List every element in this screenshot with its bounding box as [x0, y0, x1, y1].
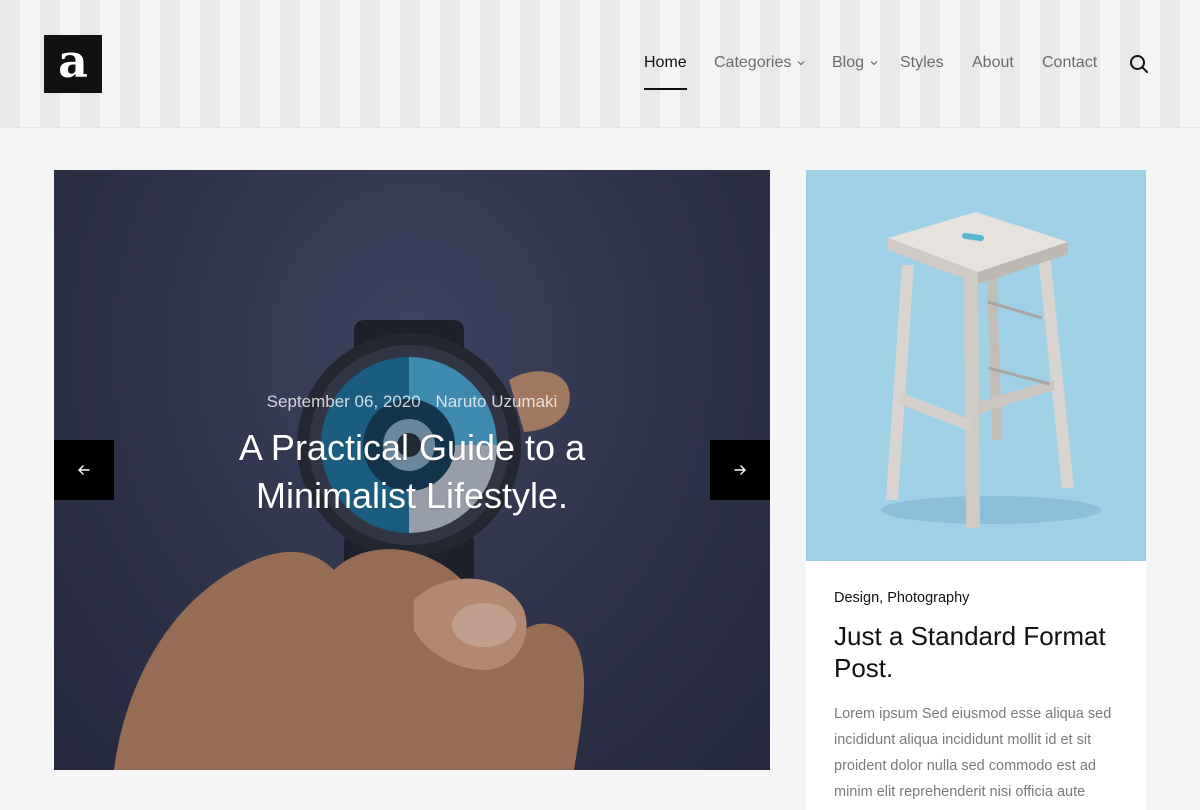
active-underline — [644, 88, 687, 90]
nav-categories-label: Categories — [714, 54, 792, 71]
post-card: Design, Photography Just a Standard Form… — [806, 170, 1146, 810]
post-categories[interactable]: Design, Photography — [834, 590, 1124, 606]
stool-image — [806, 170, 1146, 561]
post-date: September 06, 2020 — [266, 392, 421, 411]
post-card-title[interactable]: Just a Standard Format Post. — [834, 620, 1124, 684]
nav-about-label: About — [972, 54, 1014, 71]
nav-about[interactable]: About — [972, 54, 1014, 72]
featured-slider[interactable]: September 06, 2020 Naruto Uzumaki A Prac… — [54, 170, 770, 770]
nav-styles[interactable]: Styles — [900, 54, 944, 72]
nav-home[interactable]: Home — [644, 54, 687, 90]
nav-home-label: Home — [644, 54, 687, 71]
post-excerpt: Lorem ipsum Sed eiusmod esse aliqua sed … — [834, 706, 1112, 800]
search-icon — [1130, 55, 1148, 73]
slider-prev-button[interactable] — [54, 440, 114, 500]
hero-post-title[interactable]: A Practical Guide to a Minimalist Lifest… — [162, 424, 662, 520]
post-meta: September 06, 2020 Naruto Uzumaki — [54, 392, 770, 412]
chevron-down-icon — [797, 61, 805, 66]
nav-styles-label: Styles — [900, 54, 944, 71]
post-card-body: Design, Photography Just a Standard Form… — [834, 590, 1124, 805]
arrow-right-icon — [734, 465, 746, 475]
nav-contact-label: Contact — [1042, 54, 1098, 71]
main-nav: Home Categories Blog Styles About Contac… — [0, 0, 1200, 128]
slider-next-button[interactable] — [710, 440, 770, 500]
site-header: a Home Categories Blog Styles About Cont… — [0, 0, 1200, 128]
nav-contact[interactable]: Contact — [1042, 54, 1097, 72]
nav-categories[interactable]: Categories — [714, 54, 805, 72]
post-card-image[interactable] — [806, 170, 1146, 561]
nav-blog-label: Blog — [832, 54, 865, 71]
nav-blog[interactable]: Blog — [832, 54, 878, 72]
chevron-down-icon — [870, 61, 878, 66]
post-author[interactable]: Naruto Uzumaki — [435, 392, 557, 411]
arrow-left-icon — [78, 465, 90, 475]
search-button[interactable] — [1128, 53, 1150, 75]
